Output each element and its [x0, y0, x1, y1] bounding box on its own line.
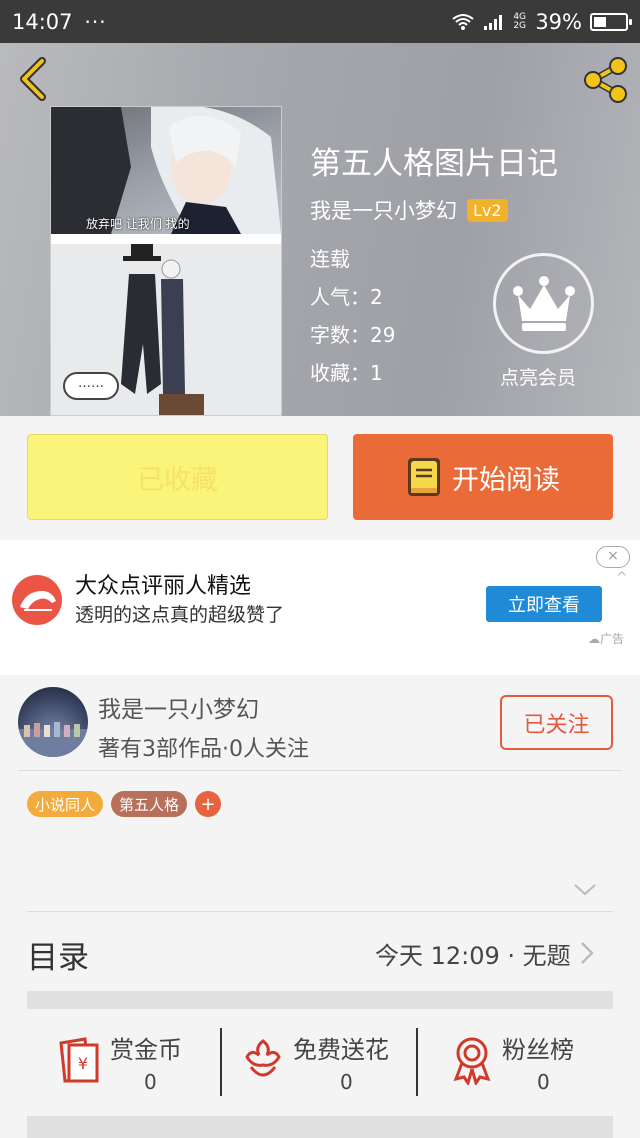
bottom-separator [27, 1116, 613, 1138]
avatar[interactable] [18, 687, 88, 757]
author-works-count: 著有3部作品·0人关注 [98, 737, 309, 762]
add-tag-button[interactable]: + [195, 791, 222, 817]
back-button[interactable] [16, 57, 52, 101]
word-count-stat: 字数：29 [310, 323, 396, 347]
flower-icon [245, 1039, 281, 1077]
cover-panel-top: 放弃吧 让我们 找的 [51, 107, 281, 234]
chevron-left-icon [20, 57, 46, 101]
battery-fill [594, 16, 606, 27]
author-name[interactable]: 我是一只小梦幻 [310, 195, 457, 225]
stat-divider [220, 1028, 222, 1096]
ad-collapse-icon[interactable]: ^ [616, 570, 628, 586]
fan-ranking-label: 粉丝榜 [502, 1036, 574, 1064]
reward-coins-stat[interactable]: ¥ 赏金币 0 [55, 1025, 205, 1097]
signal-icon [484, 14, 503, 30]
reward-coins-value: 0 [144, 1070, 157, 1094]
collected-label: 已收藏 [137, 464, 218, 496]
ad-title: 大众点评丽人精选 [75, 574, 252, 599]
notification-dots-icon: ··· [84, 9, 107, 34]
svg-text:¥: ¥ [78, 1054, 88, 1073]
chevron-down-icon [574, 884, 596, 896]
favorites-stat: 收藏：1 [310, 361, 383, 385]
battery-percent: 39% [535, 9, 582, 34]
wifi-icon [452, 13, 474, 30]
ad-mark: ☁广告 [588, 630, 624, 647]
share-button[interactable] [580, 55, 630, 105]
ad-banner[interactable]: 大众点评丽人精选 透明的这点真的超级赞了 立即查看 × ^ ☁广告 [0, 540, 640, 675]
red-envelope-icon: ¥ [59, 1037, 99, 1083]
author-card[interactable]: 我是一只小梦幻 著有3部作品·0人关注 已关注 [0, 675, 640, 770]
toc-chevron[interactable] [579, 940, 595, 970]
chevron-right-icon [581, 942, 594, 964]
serial-status: 连载 [310, 247, 350, 271]
ad-close-button[interactable]: × [596, 546, 630, 568]
battery-icon [590, 12, 632, 31]
stat-divider [416, 1028, 418, 1096]
status-bar: 14:07 ··· 4G 2G 39% [0, 0, 640, 43]
status-icons: 4G 2G 39% [451, 9, 632, 34]
action-area: 已收藏 开始阅读 [0, 416, 640, 540]
follow-button[interactable]: 已关注 [500, 695, 613, 750]
collected-button[interactable]: 已收藏 [27, 434, 328, 520]
vip-label[interactable]: 点亮会员 [500, 363, 576, 390]
tag-identity-v[interactable]: 第五人格 [111, 791, 188, 817]
vip-button[interactable] [493, 253, 594, 354]
start-reading-label: 开始阅读 [452, 464, 560, 496]
cover-caption: 放弃吧 让我们 找的 [86, 217, 190, 231]
share-icon [584, 57, 627, 103]
toc-label[interactable]: 目录 [27, 932, 89, 977]
divider [18, 770, 622, 771]
section-separator [27, 991, 613, 1009]
fan-ranking-stat[interactable]: 粉丝榜 0 [452, 1025, 592, 1097]
crown-icon [512, 275, 575, 331]
level-badge: Lv2 [467, 198, 508, 222]
toc-latest-chapter[interactable]: 今天 12:09 · 无题 [375, 936, 571, 971]
tag-list: 小说同人 第五人格 + [27, 791, 222, 817]
book-cover[interactable]: 放弃吧 让我们 找的 …… [50, 106, 282, 416]
free-flowers-label: 免费送花 [293, 1036, 389, 1064]
popularity-stat: 人气：2 [310, 285, 383, 309]
free-flowers-stat[interactable]: 免费送花 0 [243, 1025, 403, 1097]
book-title: 第五人格图片日记 [310, 146, 558, 182]
start-reading-button[interactable]: 开始阅读 [353, 434, 613, 520]
author-row: 我是一只小梦幻 Lv2 [310, 195, 508, 225]
cover-panel-bottom: …… [51, 244, 281, 415]
book-icon [408, 458, 440, 496]
status-time: 14:07 [12, 9, 73, 34]
cloud-icon: ☁ [588, 632, 600, 646]
dianping-logo-icon [12, 575, 62, 625]
ad-description: 透明的这点真的超级赞了 [75, 604, 285, 626]
ad-cta-button[interactable]: 立即查看 [486, 586, 602, 622]
author-card-name: 我是一只小梦幻 [98, 697, 259, 723]
tag-novel-fanfic[interactable]: 小说同人 [27, 791, 104, 817]
fan-ranking-value: 0 [537, 1070, 550, 1094]
speech-bubble: …… [63, 372, 119, 400]
network-type: 4G 2G [513, 11, 527, 31]
divider [27, 911, 613, 912]
reward-coins-label: 赏金币 [110, 1036, 182, 1064]
ad-mark-label: 广告 [600, 632, 625, 646]
expand-button[interactable] [573, 882, 597, 901]
free-flowers-value: 0 [340, 1070, 353, 1094]
medal-icon [453, 1037, 491, 1085]
book-header: 放弃吧 让我们 找的 …… 第五人格图片日记 我是一只小梦幻 Lv2 连载 人气… [0, 43, 640, 416]
